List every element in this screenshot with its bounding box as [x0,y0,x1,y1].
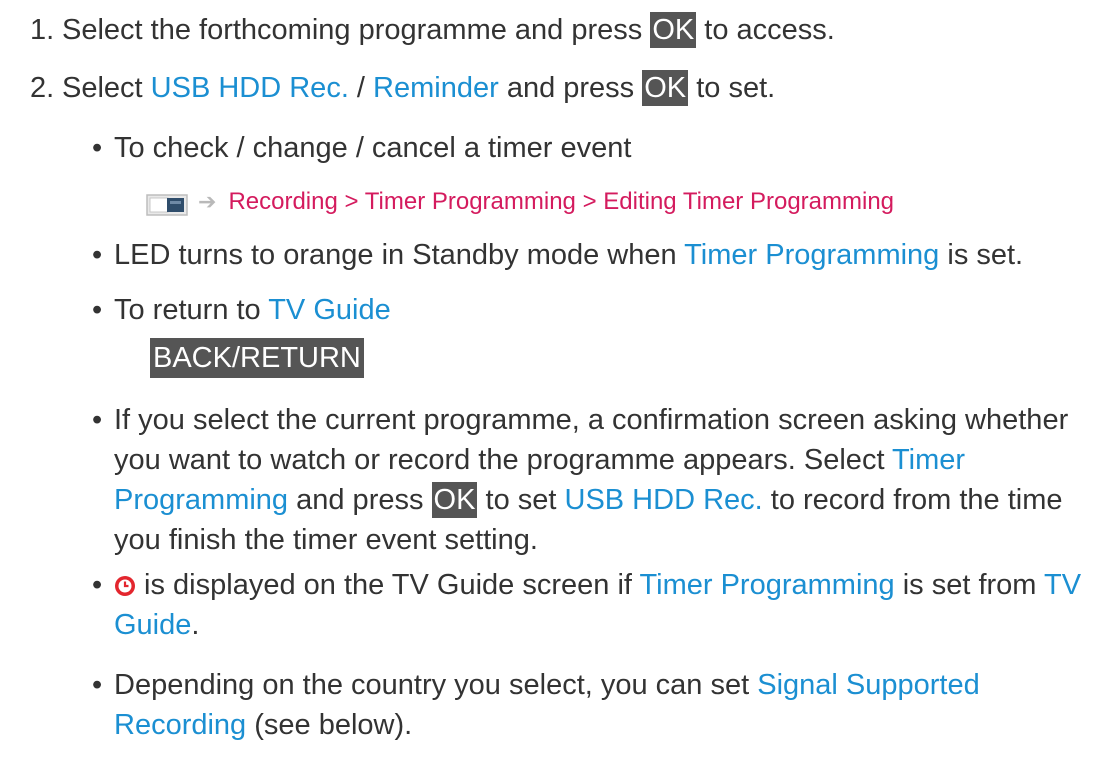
bullet-return: • To return to TV Guide [92,290,1094,330]
step-2: 2. Select USB HDD Rec. / Reminder and pre… [30,68,775,108]
help-page: 1. Select the forthcoming programme and p… [0,0,1115,758]
bullet-dot: • [92,404,103,436]
bullet-led: • LED turns to orange in Standby mode whe… [92,235,1094,275]
bullet-country: • Depending on the country you select, yo… [92,665,1094,745]
back-return-key: BACK/RETURN [150,338,364,378]
bullet-current-programme: • If you select the current programme, a … [92,400,1094,560]
menu-path-text[interactable]: Recording > Timer Programming > Editing … [228,182,894,222]
bullet-text: . [191,609,200,641]
step-text: and press [498,72,643,104]
menu-path[interactable]: ➔ Recording > Timer Programming > Editin… [146,182,894,222]
step-text: to set. [688,72,776,104]
bullet-text: Depending on the country you select, you… [114,669,758,701]
bullet-text: and press [288,484,432,516]
bullet-text: is set. [939,239,1024,271]
reminder-link[interactable]: Reminder [373,72,499,104]
clock-icon [114,568,136,596]
usb-hdd-rec-link[interactable]: USB HDD Rec. [565,484,763,516]
bullet-dot: • [92,569,103,601]
usb-hdd-rec-link[interactable]: USB HDD Rec. [151,72,349,104]
bullet-text: To return to [114,294,269,326]
step-text: to access. [696,14,835,46]
bullet-text: LED turns to orange in Standby mode when [114,239,685,271]
bullet-text: is displayed on the TV Guide screen if [136,569,640,601]
menu-screen-icon [146,190,188,216]
bullet-text: (see below). [246,709,413,741]
ok-key: OK [642,70,689,106]
bullet-dot: • [92,669,103,701]
timer-programming-link[interactable]: Timer Programming [684,239,939,271]
bullet-dot: • [92,294,103,326]
tv-guide-link[interactable]: TV Guide [268,294,391,326]
bullet-clock: • is displayed on the TV Guide screen if… [92,565,1094,645]
arrow-right-icon: ➔ [198,189,217,214]
bullet-check-timer: • To check / change / cancel a timer even… [92,128,1094,168]
bullet-dot: • [92,239,103,271]
bullet-text: is set from [894,569,1044,601]
step-1: 1. Select the forthcoming programme and p… [30,10,835,50]
step-number: 2. [30,72,55,104]
separator: / [348,72,374,104]
step-text: Select [62,72,151,104]
ok-key: OK [431,482,478,518]
step-number: 1. [30,14,55,46]
bullet-dot: • [92,132,103,164]
ok-key: OK [650,12,697,48]
step-text: Select the forthcoming programme and pre… [62,14,651,46]
bullet-text: To check / change / cancel a timer event [114,132,632,164]
bullet-text: to set [477,484,565,516]
timer-programming-link[interactable]: Timer Programming [640,569,895,601]
